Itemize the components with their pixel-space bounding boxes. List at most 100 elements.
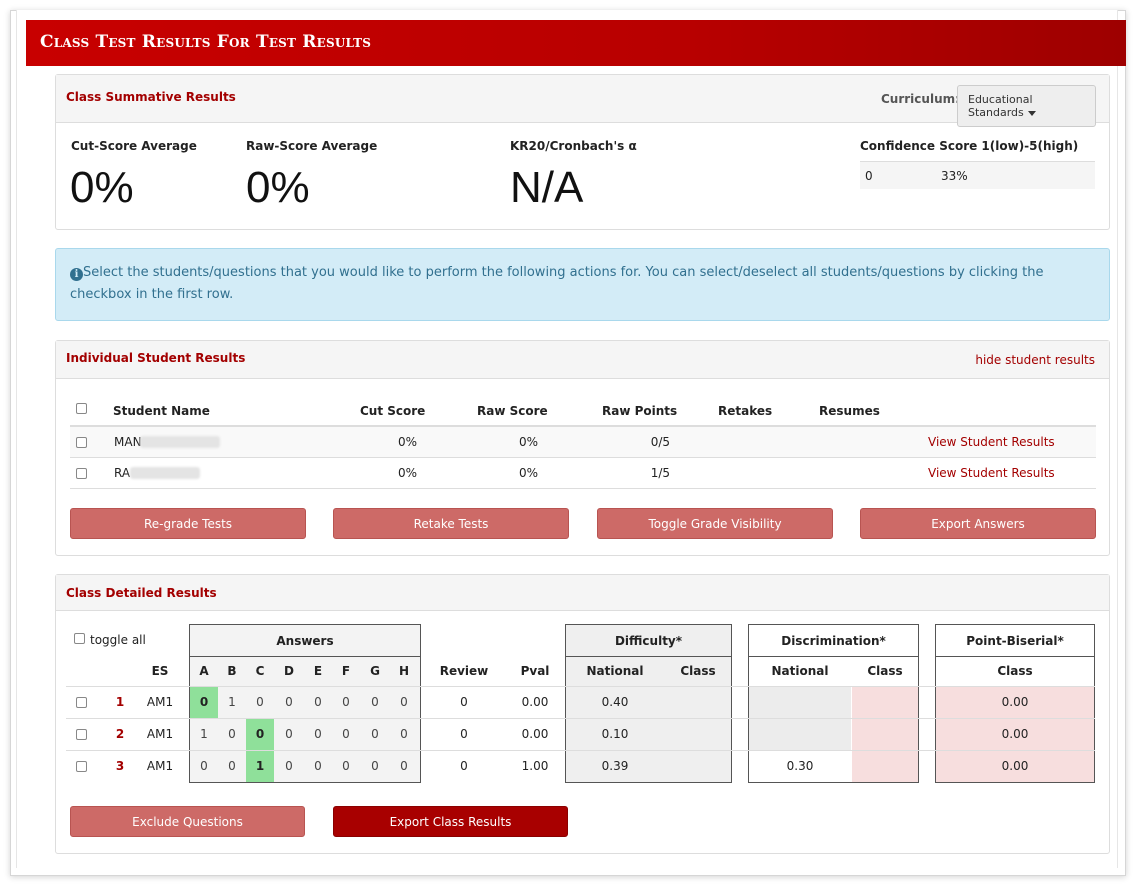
answer-a: 0 xyxy=(199,695,209,709)
student-row: MAN 0% 0% 0/5 View Student Results xyxy=(70,427,1096,458)
answer-c: 1 xyxy=(255,759,265,773)
cut-score-avg-label: Cut-Score Average xyxy=(71,139,197,153)
col-f: F xyxy=(341,664,351,678)
col-raw-points: Raw Points xyxy=(602,404,678,418)
kr20-label: KR20/Cronbach's α xyxy=(510,139,637,153)
answer-e: 0 xyxy=(314,759,322,773)
difficulty-national: 0.40 xyxy=(601,695,629,709)
student-checkbox[interactable] xyxy=(76,437,87,448)
col-pb-class: Class xyxy=(997,664,1033,678)
answer-h: 0 xyxy=(400,759,408,773)
student-row: RA 0% 0% 1/5 View Student Results xyxy=(70,458,1096,489)
student-raw-score: 0% xyxy=(518,466,538,480)
student-checkbox[interactable] xyxy=(76,468,87,479)
summative-panel-header: Class Summative Results Curriculum: Educ… xyxy=(56,75,1109,127)
student-cut-score: 0% xyxy=(397,466,417,480)
answer-b: 1 xyxy=(228,695,236,709)
divider xyxy=(935,656,1095,657)
answer-g: 0 xyxy=(371,727,379,741)
student-name: MAN xyxy=(114,435,142,449)
toggle-grade-visibility-button[interactable]: Toggle Grade Visibility xyxy=(597,508,833,539)
answer-d: 0 xyxy=(285,759,293,773)
retake-tests-button[interactable]: Retake Tests xyxy=(333,508,569,539)
difficulty-header: Difficulty* xyxy=(614,634,683,648)
answer-h: 0 xyxy=(400,695,408,709)
divider xyxy=(66,718,1095,719)
detailed-results-title: Class Detailed Results xyxy=(66,586,217,600)
export-answers-button[interactable]: Export Answers xyxy=(860,508,1096,539)
cut-score-avg-value: 0% xyxy=(70,163,134,212)
col-review: Review xyxy=(439,664,489,678)
raw-score-avg-label: Raw-Score Average xyxy=(246,139,378,153)
pointbiserial-header: Point-Biserial* xyxy=(966,634,1064,648)
question-es: AM1 xyxy=(146,759,174,773)
question-es: AM1 xyxy=(146,695,174,709)
answer-h: 0 xyxy=(400,727,408,741)
divider xyxy=(66,750,1095,751)
col-disc-national: National xyxy=(771,664,829,678)
page-title: Class Test Results For Test Results xyxy=(40,32,372,52)
col-raw-score: Raw Score xyxy=(477,404,548,418)
view-student-results-link[interactable]: View Student Results xyxy=(928,435,1055,449)
question-number-link[interactable]: 2 xyxy=(110,727,130,741)
question-checkbox[interactable] xyxy=(76,761,87,772)
student-results-header: Individual Student Results hide student … xyxy=(56,341,1109,379)
question-checkbox[interactable] xyxy=(76,729,87,740)
answer-d: 0 xyxy=(285,695,293,709)
toggle-all-checkbox[interactable] xyxy=(74,633,85,644)
col-c: C xyxy=(255,664,265,678)
col-h: H xyxy=(398,664,410,678)
col-es: ES xyxy=(151,664,169,678)
question-review: 0 xyxy=(460,695,468,709)
answer-e: 0 xyxy=(314,695,322,709)
answer-f: 0 xyxy=(342,727,350,741)
discrimination-header: Discrimination* xyxy=(781,634,886,648)
view-student-results-link[interactable]: View Student Results xyxy=(928,466,1055,480)
hide-student-results-link[interactable]: hide student results xyxy=(975,353,1095,367)
question-number-link[interactable]: 3 xyxy=(110,759,130,773)
export-class-results-button[interactable]: Export Class Results xyxy=(333,806,568,837)
confidence-label: Confidence Score 1(low)-5(high) xyxy=(860,139,1079,153)
answer-c: 0 xyxy=(255,727,265,741)
divider xyxy=(748,656,919,657)
answer-a: 0 xyxy=(200,759,208,773)
pointbiserial-class: 0.00 xyxy=(1001,759,1029,773)
info-alert: i Select the students/questions that you … xyxy=(55,248,1110,321)
question-checkbox[interactable] xyxy=(76,697,87,708)
answer-g: 0 xyxy=(371,695,379,709)
student-cut-score: 0% xyxy=(397,435,417,449)
answer-a: 1 xyxy=(200,727,208,741)
answer-f: 0 xyxy=(342,759,350,773)
regrade-tests-button[interactable]: Re-grade Tests xyxy=(70,508,306,539)
question-es: AM1 xyxy=(146,727,174,741)
disc-class-cells xyxy=(852,687,918,782)
redacted-name xyxy=(130,467,200,479)
summative-title: Class Summative Results xyxy=(66,90,236,104)
pointbiserial-class: 0.00 xyxy=(1001,727,1029,741)
col-disc-class: Class xyxy=(867,664,903,678)
col-diff-national: National xyxy=(586,664,644,678)
redacted-name xyxy=(140,436,220,448)
question-pval: 0.00 xyxy=(521,727,549,741)
question-number-link[interactable]: 1 xyxy=(110,695,130,709)
col-diff-class: Class xyxy=(680,664,716,678)
student-raw-points: 0/5 xyxy=(650,435,670,449)
student-raw-score: 0% xyxy=(518,435,538,449)
col-b: B xyxy=(227,664,237,678)
answer-f: 0 xyxy=(342,695,350,709)
answer-b: 0 xyxy=(228,759,236,773)
student-results-panel: Individual Student Results hide student … xyxy=(55,340,1110,556)
question-review: 0 xyxy=(460,759,468,773)
raw-score-avg-value: 0% xyxy=(246,163,310,212)
curriculum-dropdown[interactable]: Educational Standards xyxy=(957,85,1096,127)
pointbiserial-class: 0.00 xyxy=(1001,695,1029,709)
student-raw-points: 1/5 xyxy=(650,466,670,480)
info-icon: i xyxy=(70,268,83,281)
toggle-all-label: toggle all xyxy=(90,633,146,647)
exclude-questions-button[interactable]: Exclude Questions xyxy=(70,806,305,837)
col-g: G xyxy=(370,664,380,678)
select-all-students-checkbox[interactable] xyxy=(76,403,87,414)
col-resumes: Resumes xyxy=(819,404,880,418)
confidence-score: 0 xyxy=(865,169,873,183)
answer-e: 0 xyxy=(314,727,322,741)
